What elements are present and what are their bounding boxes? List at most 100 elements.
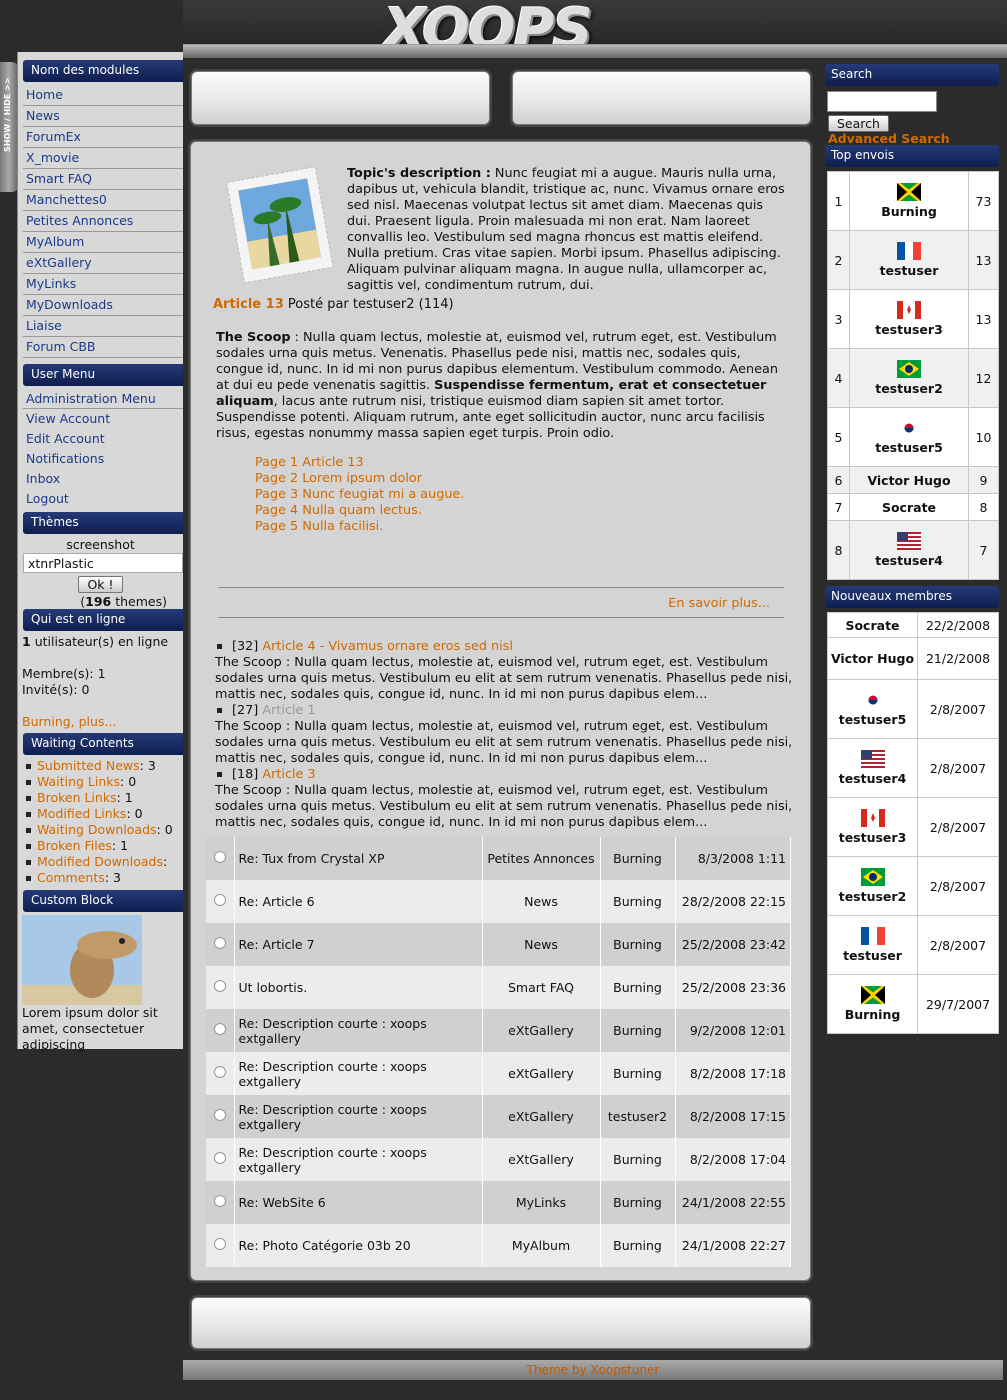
recent-row-title[interactable]: Re: Photo Catégorie 03b 20 bbox=[234, 1224, 483, 1267]
top-poster-name[interactable]: testuser4 bbox=[850, 553, 968, 568]
recent-row-title[interactable]: Re: Article 6 bbox=[234, 880, 483, 923]
recent-row[interactable]: Re: Description courte : xoops extgaller… bbox=[206, 1095, 791, 1138]
recent-row-module[interactable]: MyLinks bbox=[482, 1181, 601, 1224]
recent-row-user[interactable]: Burning bbox=[600, 1052, 676, 1095]
waiting-item-link[interactable]: Waiting Downloads bbox=[37, 822, 157, 837]
new-member-cell[interactable]: testuser bbox=[827, 915, 918, 975]
top-poster-cell[interactable]: testuser3 bbox=[849, 289, 969, 349]
new-member-name[interactable]: testuser5 bbox=[828, 712, 917, 727]
module-link-news[interactable]: News bbox=[23, 106, 183, 127]
news-item-title[interactable]: Article 4 - Vivamus ornare eros sed nisl bbox=[262, 639, 513, 654]
top-poster-cell[interactable]: Burning bbox=[849, 171, 969, 231]
recent-row[interactable]: Re: Tux from Crystal XP Petites Annonces B… bbox=[206, 837, 791, 880]
new-member-name[interactable]: testuser bbox=[828, 948, 917, 963]
new-member-name[interactable]: testuser3 bbox=[828, 830, 917, 845]
top-poster-cell[interactable]: Socrate bbox=[849, 493, 969, 521]
page-link-1[interactable]: Page 1 Article 13 bbox=[255, 455, 464, 471]
top-poster-name[interactable]: Burning bbox=[850, 204, 968, 219]
article-link[interactable]: Article 13 bbox=[213, 297, 284, 312]
new-member-name[interactable]: Socrate bbox=[828, 618, 917, 633]
recent-row-title[interactable]: Re: Article 7 bbox=[234, 923, 483, 966]
module-link-mylinks[interactable]: MyLinks bbox=[23, 274, 183, 295]
recent-row[interactable]: Re: Description courte : xoops extgaller… bbox=[206, 1052, 791, 1095]
recent-row-user[interactable]: Burning bbox=[600, 1224, 676, 1267]
top-poster-cell[interactable]: testuser4 bbox=[849, 520, 969, 580]
user-menu-notifications[interactable]: Notifications bbox=[23, 449, 183, 469]
recent-row-module[interactable]: News bbox=[482, 923, 601, 966]
recent-row-user[interactable]: Burning bbox=[600, 966, 676, 1009]
recent-row-user[interactable]: Burning bbox=[600, 837, 676, 880]
new-member-name[interactable]: Burning bbox=[828, 1007, 917, 1022]
waiting-item-link[interactable]: Modified Downloads bbox=[37, 854, 163, 869]
recent-row-module[interactable]: eXtGallery bbox=[482, 1009, 601, 1052]
recent-row-user[interactable]: Burning bbox=[600, 923, 676, 966]
top-poster-cell[interactable]: Victor Hugo bbox=[849, 466, 969, 494]
new-member-cell[interactable]: testuser2 bbox=[827, 856, 918, 916]
module-link-myalbum[interactable]: MyAlbum bbox=[23, 232, 183, 253]
new-member-cell[interactable]: Socrate bbox=[827, 612, 918, 638]
module-link-x-movie[interactable]: X_movie bbox=[23, 148, 183, 169]
user-menu-view-account[interactable]: View Account bbox=[23, 409, 183, 429]
module-link-forumex[interactable]: ForumEx bbox=[23, 127, 183, 148]
recent-row[interactable]: Ut lobortis. Smart FAQ Burning 25/2/2008 23… bbox=[206, 966, 791, 1009]
recent-row-title[interactable]: Re: Description courte : xoops extgaller… bbox=[234, 1095, 483, 1138]
recent-row-module[interactable]: eXtGallery bbox=[482, 1095, 601, 1138]
top-poster-name[interactable]: Socrate bbox=[850, 500, 968, 515]
top-poster-name[interactable]: Victor Hugo bbox=[850, 473, 968, 488]
recent-row-user[interactable]: Burning bbox=[600, 1138, 676, 1181]
top-poster-name[interactable]: testuser3 bbox=[850, 322, 968, 337]
waiting-item-link[interactable]: Broken Links bbox=[37, 790, 117, 805]
theme-ok-button[interactable]: Ok ! bbox=[78, 576, 123, 593]
recent-row[interactable]: Re: WebSite 6 MyLinks Burning 24/1/2008 22:… bbox=[206, 1181, 791, 1224]
top-poster-name[interactable]: testuser5 bbox=[850, 440, 968, 455]
module-link-smart-faq[interactable]: Smart FAQ bbox=[23, 169, 183, 190]
new-member-name[interactable]: testuser4 bbox=[828, 771, 917, 786]
footer-credit[interactable]: Theme by Xoopstuner bbox=[527, 1363, 660, 1377]
recent-row-user[interactable]: Burning bbox=[600, 1009, 676, 1052]
recent-row[interactable]: Re: Description courte : xoops extgaller… bbox=[206, 1009, 791, 1052]
page-link-3[interactable]: Page 3 Nunc feugiat mi a augue. bbox=[255, 487, 464, 503]
top-poster-cell[interactable]: testuser5 bbox=[849, 407, 969, 467]
new-member-name[interactable]: Victor Hugo bbox=[828, 651, 917, 666]
waiting-item-link[interactable]: Comments bbox=[37, 870, 105, 885]
recent-row-title[interactable]: Re: Description courte : xoops extgaller… bbox=[234, 1009, 483, 1052]
online-more-link[interactable]: plus... bbox=[79, 714, 117, 729]
top-poster-cell[interactable]: testuser2 bbox=[849, 348, 969, 408]
new-member-cell[interactable]: Burning bbox=[827, 974, 918, 1034]
new-member-cell[interactable]: testuser4 bbox=[827, 738, 918, 798]
module-link-liaise[interactable]: Liaise bbox=[23, 316, 183, 337]
recent-row-module[interactable]: Petites Annonces bbox=[482, 837, 601, 880]
recent-row[interactable]: Re: Article 7 News Burning 25/2/2008 23:42 bbox=[206, 923, 791, 966]
recent-row[interactable]: Re: Photo Catégorie 03b 20 MyAlbum Burning… bbox=[206, 1224, 791, 1267]
new-member-cell[interactable]: testuser5 bbox=[827, 679, 918, 739]
recent-row-title[interactable]: Ut lobortis. bbox=[234, 966, 483, 1009]
module-link-extgallery[interactable]: eXtGallery bbox=[23, 253, 183, 274]
search-input[interactable] bbox=[827, 91, 937, 112]
waiting-item-link[interactable]: Modified Links bbox=[37, 806, 126, 821]
recent-row[interactable]: Re: Description courte : xoops extgaller… bbox=[206, 1138, 791, 1181]
user-menu-edit-account[interactable]: Edit Account bbox=[23, 429, 183, 449]
recent-row-user[interactable]: Burning bbox=[600, 880, 676, 923]
news-item-title[interactable]: Article 1 bbox=[262, 703, 315, 718]
recent-row-title[interactable]: Re: Description courte : xoops extgaller… bbox=[234, 1052, 483, 1095]
recent-row-module[interactable]: eXtGallery bbox=[482, 1052, 601, 1095]
waiting-item-link[interactable]: Waiting Links bbox=[37, 774, 120, 789]
news-item-title[interactable]: Article 3 bbox=[262, 767, 315, 782]
user-menu-admin[interactable]: Administration Menu bbox=[23, 389, 183, 409]
recent-row-module[interactable]: News bbox=[482, 880, 601, 923]
show-hide-toggle[interactable]: SHOW / HIDE >> bbox=[0, 62, 18, 192]
recent-row-title[interactable]: Re: WebSite 6 bbox=[234, 1181, 483, 1224]
recent-row-module[interactable]: Smart FAQ bbox=[482, 966, 601, 1009]
online-user-link[interactable]: Burning bbox=[22, 714, 71, 729]
new-member-cell[interactable]: Victor Hugo bbox=[827, 637, 918, 680]
page-link-5[interactable]: Page 5 Nulla facilisi. bbox=[255, 519, 464, 535]
top-poster-cell[interactable]: testuser bbox=[849, 230, 969, 290]
waiting-item-link[interactable]: Broken Files bbox=[37, 838, 112, 853]
recent-row-title[interactable]: Re: Description courte : xoops extgaller… bbox=[234, 1138, 483, 1181]
recent-row-module[interactable]: MyAlbum bbox=[482, 1224, 601, 1267]
user-menu-logout[interactable]: Logout bbox=[23, 489, 183, 509]
recent-row-title[interactable]: Re: Tux from Crystal XP bbox=[234, 837, 483, 880]
module-link-manchettes[interactable]: Manchettes0 bbox=[23, 190, 183, 211]
read-more-link[interactable]: En savoir plus... bbox=[668, 596, 770, 611]
search-button[interactable]: Search bbox=[828, 115, 889, 132]
